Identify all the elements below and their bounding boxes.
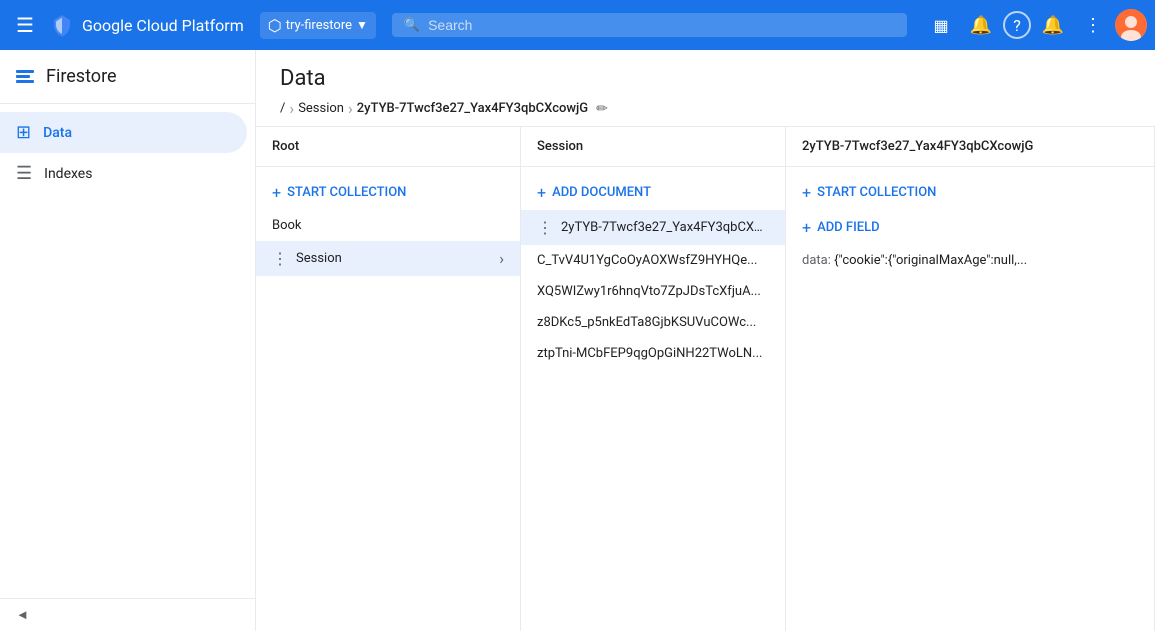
sidebar: Firestore ⊞ Data ☰ Indexes ◄ bbox=[0, 50, 256, 631]
search-icon: 🔍 bbox=[404, 18, 420, 33]
doc4-label: z8DKc5_p5nkEdTa8GjbKSUVuCOWc... bbox=[537, 315, 769, 330]
breadcrumb-root[interactable]: / bbox=[280, 101, 285, 116]
breadcrumb-sep-1: › bbox=[289, 99, 294, 118]
logo-text: Google Cloud Platform bbox=[82, 16, 244, 35]
doc1-label: 2yTYB-7Twcf3e27_Yax4FY3qbCXco... bbox=[561, 220, 769, 235]
doc-start-collection-label: START COLLECTION bbox=[817, 185, 936, 200]
field-value: {"cookie":{"originalMaxAge":null,... bbox=[834, 253, 1027, 268]
data-columns: Root + START COLLECTION Book ⋮ Session › bbox=[256, 127, 1155, 631]
indexes-nav-icon: ☰ bbox=[16, 163, 32, 184]
breadcrumb-session[interactable]: Session bbox=[298, 101, 344, 116]
main-content: Data / › Session › 2yTYB-7Twcf3e27_Yax4F… bbox=[256, 50, 1155, 631]
start-collection-label: START COLLECTION bbox=[287, 185, 406, 200]
session-column-header: Session bbox=[521, 127, 785, 167]
app-layout: Firestore ⊞ Data ☰ Indexes ◄ Data / › Se… bbox=[0, 50, 1155, 631]
project-name: try-firestore bbox=[286, 18, 352, 33]
cloud-shell-icon[interactable]: ▦ bbox=[923, 7, 959, 43]
doc-start-collection-button[interactable]: + START COLLECTION bbox=[786, 175, 1154, 210]
session-doc-5[interactable]: ztpTni-MCbFEP9qgOpGiNH22TWoLN... bbox=[521, 338, 785, 369]
session-menu-icon[interactable]: ⋮ bbox=[272, 249, 288, 268]
sidebar-collapse-button[interactable]: ◄ bbox=[0, 598, 255, 631]
document-column: 2yTYB-7Twcf3e27_Yax4FY3qbCXcowjG + START… bbox=[786, 127, 1155, 631]
document-column-body: + START COLLECTION + ADD FIELD data: {"c… bbox=[786, 167, 1154, 631]
breadcrumb-sep-2: › bbox=[348, 99, 353, 118]
session-doc-1[interactable]: ⋮ 2yTYB-7Twcf3e27_Yax4FY3qbCXco... bbox=[521, 210, 785, 245]
session-doc-2[interactable]: C_TvV4U1YgCoOyAOXWsfZ9HYHQe... bbox=[521, 245, 785, 276]
sidebar-title: Firestore bbox=[46, 66, 117, 87]
root-column: Root + START COLLECTION Book ⋮ Session › bbox=[256, 127, 521, 631]
add-field-label: ADD FIELD bbox=[817, 220, 880, 235]
sidebar-item-data-label: Data bbox=[43, 125, 72, 141]
main-header: Data / › Session › 2yTYB-7Twcf3e27_Yax4F… bbox=[256, 50, 1155, 127]
sidebar-item-indexes[interactable]: ☰ Indexes bbox=[0, 153, 247, 194]
firestore-logo-icon bbox=[16, 70, 34, 83]
add-field-plus-icon: + bbox=[802, 218, 811, 237]
session-column: Session + ADD DOCUMENT ⋮ 2yTYB-7Twcf3e27… bbox=[521, 127, 786, 631]
sidebar-item-data[interactable]: ⊞ Data bbox=[0, 112, 247, 153]
doc1-menu-icon[interactable]: ⋮ bbox=[537, 218, 553, 237]
collapse-icon: ◄ bbox=[16, 607, 29, 623]
topbar-actions: ▦ 🔔 ? 🔔 ⋮ bbox=[923, 7, 1147, 43]
doc5-label: ztpTni-MCbFEP9qgOpGiNH22TWoLN... bbox=[537, 346, 769, 361]
session-column-body: + ADD DOCUMENT ⋮ 2yTYB-7Twcf3e27_Yax4FY3… bbox=[521, 167, 785, 631]
project-dropdown-icon: ▼ bbox=[356, 18, 368, 32]
sidebar-header: Firestore bbox=[0, 50, 255, 104]
user-avatar[interactable] bbox=[1115, 9, 1147, 41]
sidebar-nav: ⊞ Data ☰ Indexes bbox=[0, 104, 255, 598]
project-selector[interactable]: ⬡ try-firestore ▼ bbox=[260, 12, 376, 39]
add-document-button[interactable]: + ADD DOCUMENT bbox=[521, 175, 785, 210]
help-icon[interactable]: ? bbox=[1003, 11, 1031, 39]
topbar: ☰ Google Cloud Platform ⬡ try-firestore … bbox=[0, 0, 1155, 50]
app-logo: Google Cloud Platform bbox=[50, 13, 244, 37]
sidebar-item-indexes-label: Indexes bbox=[44, 166, 92, 182]
page-title: Data bbox=[280, 66, 1131, 91]
root-item-session[interactable]: ⋮ Session › bbox=[256, 241, 520, 276]
field-key: data: bbox=[802, 253, 831, 268]
doc2-label: C_TvV4U1YgCoOyAOXWsfZ9HYHQe... bbox=[537, 253, 769, 268]
breadcrumb-edit-icon[interactable]: ✏ bbox=[596, 101, 608, 117]
session-item-label: Session bbox=[296, 251, 499, 266]
root-column-header: Root bbox=[256, 127, 520, 167]
session-doc-3[interactable]: XQ5WIZwy1r6hnqVto7ZpJDsTcXfjuA... bbox=[521, 276, 785, 307]
add-doc-plus-icon: + bbox=[537, 183, 546, 202]
session-arrow-icon: › bbox=[499, 249, 504, 268]
data-nav-icon: ⊞ bbox=[16, 122, 31, 143]
alert-icon[interactable]: 🔔 bbox=[1035, 7, 1071, 43]
root-column-body: + START COLLECTION Book ⋮ Session › bbox=[256, 167, 520, 631]
root-item-book[interactable]: Book bbox=[256, 210, 520, 241]
book-item-label: Book bbox=[272, 218, 504, 233]
more-options-icon[interactable]: ⋮ bbox=[1075, 7, 1111, 43]
doc-col-plus-icon: + bbox=[802, 183, 811, 202]
plus-icon: + bbox=[272, 183, 281, 202]
gcp-logo-icon bbox=[50, 13, 74, 37]
start-collection-button[interactable]: + START COLLECTION bbox=[256, 175, 520, 210]
breadcrumb-current: 2yTYB-7Twcf3e27_Yax4FY3qbCXcowjG bbox=[357, 101, 588, 116]
add-field-button[interactable]: + ADD FIELD bbox=[786, 210, 1154, 245]
search-bar[interactable]: 🔍 bbox=[392, 13, 907, 37]
breadcrumb: / › Session › 2yTYB-7Twcf3e27_Yax4FY3qbC… bbox=[280, 99, 1131, 118]
notification-icon[interactable]: 🔔 bbox=[963, 7, 999, 43]
session-doc-4[interactable]: z8DKc5_p5nkEdTa8GjbKSUVuCOWc... bbox=[521, 307, 785, 338]
add-document-label: ADD DOCUMENT bbox=[552, 185, 651, 200]
doc3-label: XQ5WIZwy1r6hnqVto7ZpJDsTcXfjuA... bbox=[537, 284, 769, 299]
search-input[interactable] bbox=[428, 17, 895, 33]
document-column-header: 2yTYB-7Twcf3e27_Yax4FY3qbCXcowjG bbox=[786, 127, 1154, 167]
doc-field-data: data: {"cookie":{"originalMaxAge":null,.… bbox=[786, 245, 1154, 276]
menu-icon[interactable]: ☰ bbox=[8, 5, 42, 45]
project-icon: ⬡ bbox=[268, 16, 282, 35]
